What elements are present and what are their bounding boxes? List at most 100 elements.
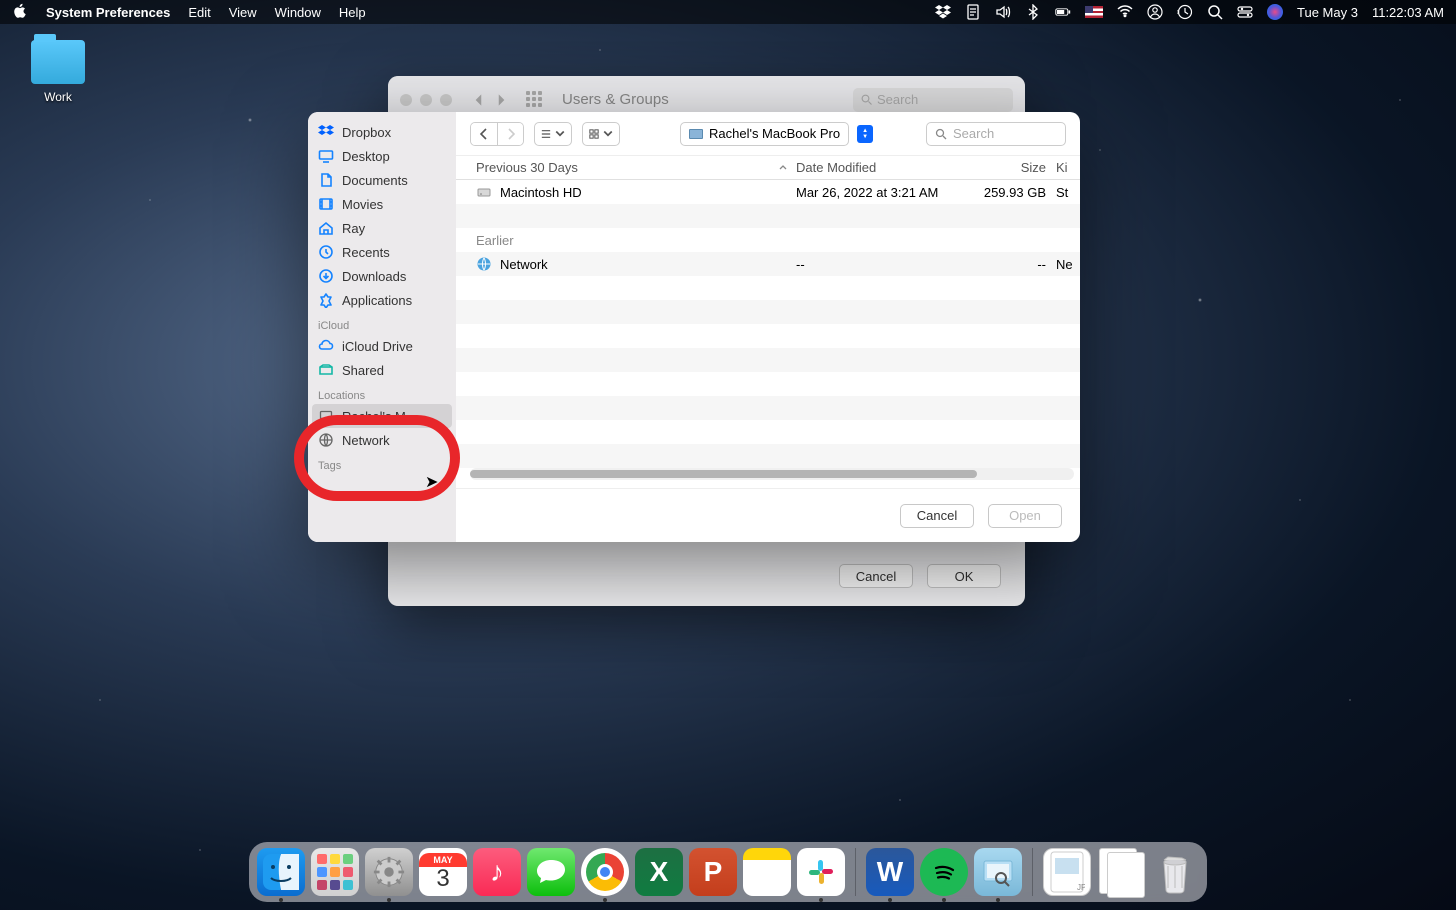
dock-music[interactable]: ♪ <box>473 848 521 896</box>
dock-powerpoint[interactable]: P <box>689 848 737 896</box>
sidebar-item-applications[interactable]: Applications <box>308 288 456 312</box>
dock-system-preferences[interactable] <box>365 848 413 896</box>
sidebar-item-home[interactable]: Ray <box>308 216 456 240</box>
shared-icon <box>318 362 334 378</box>
sidebar-item-shared[interactable]: Shared <box>308 358 456 382</box>
sidebar-item-desktop[interactable]: Desktop <box>308 144 456 168</box>
dialog-toolbar: Rachel's MacBook Pro Search <box>456 112 1080 156</box>
siri-icon[interactable] <box>1267 4 1283 20</box>
group-dropdown[interactable] <box>582 122 620 146</box>
wifi-icon[interactable] <box>1117 4 1133 20</box>
file-kind: Ne <box>1056 257 1080 272</box>
desktop-icon <box>318 148 334 164</box>
sidebar-item-label: Recents <box>342 245 390 260</box>
dock-messages[interactable] <box>527 848 575 896</box>
dock-slack[interactable] <box>797 848 845 896</box>
dock-launchpad[interactable] <box>311 848 359 896</box>
col-size-header[interactable]: Size <box>966 160 1056 175</box>
traffic-lights[interactable] <box>400 94 452 106</box>
dock-trash[interactable] <box>1151 848 1199 896</box>
sidebar-item-dropbox[interactable]: Dropbox <box>308 120 456 144</box>
dock-spotify[interactable] <box>920 848 968 896</box>
dock-calendar[interactable]: MAY3 <box>419 848 467 896</box>
battery-icon[interactable] <box>1055 4 1071 20</box>
sidebar-item-label: Applications <box>342 293 412 308</box>
col-date-header[interactable]: Date Modified <box>796 160 966 175</box>
movies-icon <box>318 196 334 212</box>
sidebar-item-movies[interactable]: Movies <box>308 192 456 216</box>
file-kind: St <box>1056 185 1080 200</box>
bg-ok-button[interactable]: OK <box>927 564 1001 588</box>
dropbox-icon[interactable] <box>935 4 951 20</box>
svg-text:JPG: JPG <box>1077 883 1085 892</box>
menu-view[interactable]: View <box>229 5 257 20</box>
path-control[interactable]: Rachel's MacBook Pro <box>680 122 849 146</box>
menubar-time[interactable]: 11:22:03 AM <box>1372 5 1444 20</box>
bluetooth-icon[interactable] <box>1025 4 1041 20</box>
volume-icon[interactable] <box>995 4 1011 20</box>
list-header[interactable]: Previous 30 Days Date Modified Size Ki <box>456 156 1080 180</box>
list-row-spacer <box>456 372 1080 396</box>
list-row-spacer <box>456 420 1080 444</box>
dock-word[interactable]: W <box>866 848 914 896</box>
search-placeholder: Search <box>953 126 994 141</box>
list-row-spacer <box>456 300 1080 324</box>
bg-nav[interactable] <box>470 91 510 109</box>
apple-menu[interactable] <box>12 3 28 22</box>
back-button[interactable] <box>471 123 497 145</box>
sidebar-item-documents[interactable]: Documents <box>308 168 456 192</box>
col-name-header[interactable]: Previous 30 Days <box>476 160 578 175</box>
spotlight-icon[interactable] <box>1207 4 1223 20</box>
sidebar-item-rachels-macbook[interactable]: Rachel's M… <box>312 404 452 428</box>
dialog-main: Rachel's MacBook Pro Search Previous 30 … <box>456 112 1080 542</box>
downloads-icon <box>318 268 334 284</box>
finder-open-dialog: Dropbox Desktop Documents Movies Ray Rec… <box>308 112 1080 542</box>
recents-icon <box>318 244 334 260</box>
todo-icon[interactable] <box>965 4 981 20</box>
bg-search[interactable]: Search <box>853 88 1013 112</box>
finder-sidebar: Dropbox Desktop Documents Movies Ray Rec… <box>308 112 456 542</box>
grid-icon[interactable] <box>526 91 544 109</box>
menu-help[interactable]: Help <box>339 5 366 20</box>
file-size: 259.93 GB <box>966 185 1056 200</box>
control-center-icon[interactable] <box>1237 4 1253 20</box>
view-mode-dropdown[interactable] <box>534 122 572 146</box>
timemachine-icon[interactable] <box>1177 4 1193 20</box>
file-size: -- <box>966 257 1056 272</box>
bg-cancel-button[interactable]: Cancel <box>839 564 913 588</box>
sidebar-item-network[interactable]: Network <box>308 428 456 452</box>
menubar-date[interactable]: Tue May 3 <box>1297 5 1358 20</box>
dropbox-icon <box>318 124 334 140</box>
open-button[interactable]: Open <box>988 504 1062 528</box>
menu-window[interactable]: Window <box>275 5 321 20</box>
dock-separator <box>1032 848 1033 896</box>
section-earlier: Earlier <box>456 228 1080 252</box>
dock-recent-doc[interactable]: JPG <box>1043 848 1091 896</box>
dock-chrome[interactable] <box>581 848 629 896</box>
cancel-button[interactable]: Cancel <box>900 504 974 528</box>
horizontal-scrollbar[interactable] <box>470 468 1074 480</box>
file-row-network[interactable]: Network -- -- Ne <box>456 252 1080 276</box>
app-name[interactable]: System Preferences <box>46 5 170 20</box>
user-icon[interactable] <box>1147 4 1163 20</box>
menu-edit[interactable]: Edit <box>188 5 210 20</box>
dock-notes[interactable] <box>743 848 791 896</box>
path-stepper[interactable] <box>857 125 873 143</box>
dock-preview[interactable] <box>974 848 1022 896</box>
dock-downloads-stack[interactable] <box>1097 848 1145 896</box>
dock-excel[interactable]: X <box>635 848 683 896</box>
sidebar-header-icloud: iCloud <box>308 312 456 334</box>
dock-finder[interactable] <box>257 848 305 896</box>
file-list[interactable]: Previous 30 Days Date Modified Size Ki M… <box>456 156 1080 488</box>
col-kind-header[interactable]: Ki <box>1056 160 1080 175</box>
desktop-folder-work[interactable]: Work <box>18 40 98 104</box>
file-row-macintosh-hd[interactable]: Macintosh HD Mar 26, 2022 at 3:21 AM 259… <box>456 180 1080 204</box>
dialog-search[interactable]: Search <box>926 122 1066 146</box>
sidebar-item-recents[interactable]: Recents <box>308 240 456 264</box>
flag-icon[interactable] <box>1085 6 1103 18</box>
forward-button[interactable] <box>497 123 523 145</box>
sidebar-item-downloads[interactable]: Downloads <box>308 264 456 288</box>
sidebar-item-icloud[interactable]: iCloud Drive <box>308 334 456 358</box>
sidebar-item-label: Network <box>342 433 390 448</box>
laptop-icon <box>318 408 334 424</box>
